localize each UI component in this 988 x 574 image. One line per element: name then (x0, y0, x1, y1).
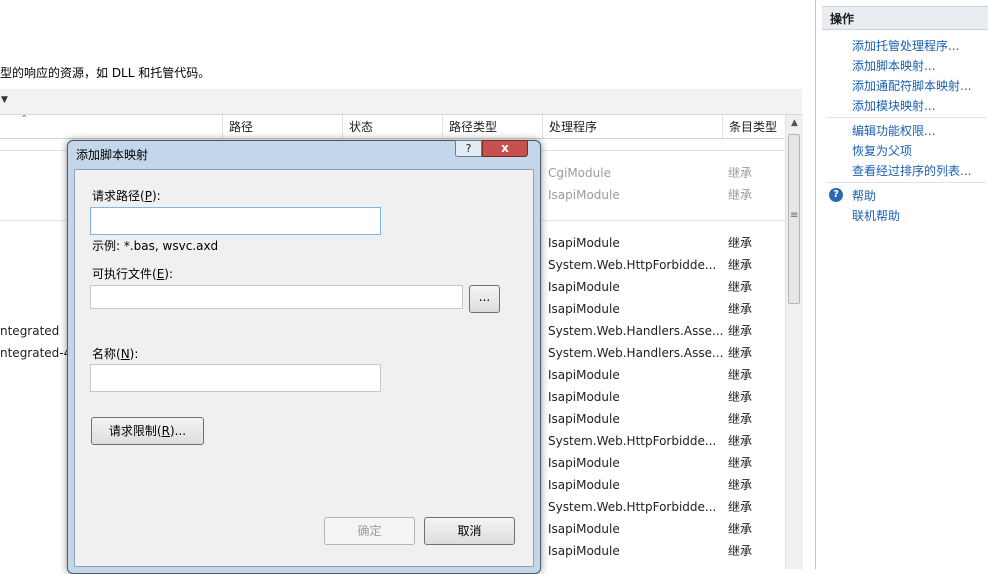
cell-entry-type: 继承 (728, 500, 753, 514)
label-text: ): (129, 347, 139, 361)
access-key: P (144, 189, 152, 203)
cell-entry-type: 继承 (728, 236, 753, 250)
online-help-link[interactable]: 联机帮助 (852, 207, 900, 224)
view-ordered-list-link[interactable]: 查看经过排序的列表... (852, 162, 971, 179)
actions-header: 操作 (822, 6, 988, 30)
cell-entry-type: 继承 (728, 166, 753, 180)
column-header-state[interactable]: 状态 (342, 115, 442, 138)
edit-feature-permissions-link[interactable]: 编辑功能权限... (852, 122, 935, 139)
access-key: R (161, 424, 170, 438)
dialog-close-button[interactable]: x (482, 140, 528, 157)
label-text: 名称( (92, 347, 121, 361)
add-module-mapping-link[interactable]: 添加模块映射... (852, 97, 935, 114)
add-script-map-link[interactable]: 添加脚本映射... (852, 57, 935, 74)
request-path-input[interactable] (90, 207, 381, 235)
actions-separator (826, 117, 986, 118)
cell-handler: IsapiModule (548, 390, 620, 404)
cell-handler: System.Web.Handlers.Asse... (548, 324, 724, 338)
name-input[interactable] (90, 364, 381, 392)
grid-header: ⌃ 路径 状态 路径类型 处理程序 条目类型 (0, 114, 785, 139)
label-text: 请求路径( (92, 189, 145, 203)
name-label: 名称(N): (92, 345, 138, 362)
add-script-map-dialog: 添加脚本映射 ? x 请求路径(P): 示例: *.bas, wsvc.axd … (67, 140, 541, 574)
cell-entry-type: 继承 (728, 258, 753, 272)
sort-ascending-icon: ⌃ (20, 114, 29, 125)
actions-pane: 操作 添加托管处理程序... 添加脚本映射... 添加通配符脚本映射... 添加… (822, 0, 988, 569)
dropdown-arrow-icon[interactable]: ▼ (1, 95, 8, 105)
group-by-toolbar: ▼ (0, 89, 802, 115)
access-key: N (120, 347, 130, 361)
feature-description: 型的响应的资源，如 DLL 和托管代码。 (0, 66, 211, 80)
cell-handler: System.Web.Handlers.Asse... (548, 346, 724, 360)
button-text: 请求限制( (108, 424, 162, 438)
cell-handler: IsapiModule (548, 188, 620, 202)
cell-name: ntegrated (0, 324, 60, 338)
cell-handler: IsapiModule (548, 544, 620, 558)
cell-handler: CgiModule (548, 166, 611, 180)
cell-entry-type: 继承 (728, 346, 753, 360)
cell-entry-type: 继承 (728, 188, 753, 202)
cell-entry-type: 继承 (728, 368, 753, 382)
request-restrictions-button[interactable]: 请求限制(R)... (91, 417, 204, 445)
browse-button[interactable]: ... (469, 285, 500, 313)
cell-handler: IsapiModule (548, 478, 620, 492)
button-text: )... (169, 424, 187, 438)
cell-handler: IsapiModule (548, 280, 620, 294)
grip-icon: ≡ (790, 210, 799, 221)
scrollbar-thumb[interactable]: ≡ (788, 134, 800, 304)
cell-handler: IsapiModule (548, 368, 620, 382)
cell-handler: IsapiModule (548, 522, 620, 536)
cell-handler: IsapiModule (548, 456, 620, 470)
help-link[interactable]: 帮助 (852, 187, 876, 204)
cell-handler: IsapiModule (548, 302, 620, 316)
cell-name: ntegrated-4. (0, 346, 76, 360)
cell-entry-type: 继承 (728, 302, 753, 316)
cell-handler: IsapiModule (548, 412, 620, 426)
help-icon: ? (829, 188, 843, 202)
cell-entry-type: 继承 (728, 390, 753, 404)
ok-button[interactable]: 确定 (324, 517, 415, 545)
cell-entry-type: 继承 (728, 412, 753, 426)
column-header-handler[interactable]: 处理程序 (542, 115, 722, 138)
cell-entry-type: 继承 (728, 544, 753, 558)
add-wildcard-script-map-link[interactable]: 添加通配符脚本映射... (852, 77, 971, 94)
cell-entry-type: 继承 (728, 280, 753, 294)
vertical-scrollbar[interactable]: ▲ ≡ (785, 115, 803, 569)
request-path-label: 请求路径(P): (92, 187, 161, 204)
actions-separator (826, 182, 986, 183)
cell-entry-type: 继承 (728, 324, 753, 338)
add-managed-handler-link[interactable]: 添加托管处理程序... (852, 37, 959, 54)
cell-entry-type: 继承 (728, 522, 753, 536)
dialog-title: 添加脚本映射 (76, 148, 149, 162)
cancel-button[interactable]: 取消 (424, 517, 515, 545)
executable-input[interactable] (90, 285, 463, 309)
column-header-path-type[interactable]: 路径类型 (442, 115, 542, 138)
revert-to-parent-link[interactable]: 恢复为父项 (852, 142, 912, 159)
label-text: ): (164, 267, 174, 281)
cell-entry-type: 继承 (728, 456, 753, 470)
actions-title: 操作 (830, 12, 855, 26)
request-path-example: 示例: *.bas, wsvc.axd (92, 239, 219, 253)
scroll-up-arrow-icon[interactable]: ▲ (786, 115, 803, 132)
label-text: ): (151, 189, 161, 203)
cell-entry-type: 继承 (728, 478, 753, 492)
dialog-help-button[interactable]: ? (455, 140, 482, 157)
cell-handler: System.Web.HttpForbidde... (548, 258, 717, 272)
cell-handler: System.Web.HttpForbidde... (548, 500, 717, 514)
cell-handler: System.Web.HttpForbidde... (548, 434, 717, 448)
cell-handler: IsapiModule (548, 236, 620, 250)
dialog-body: 请求路径(P): 示例: *.bas, wsvc.axd 可执行文件(E): .… (74, 169, 534, 567)
cell-entry-type: 继承 (728, 434, 753, 448)
column-header-path[interactable]: 路径 (222, 115, 342, 138)
executable-label: 可执行文件(E): (92, 265, 173, 282)
column-header-entry-type[interactable]: 条目类型 (722, 115, 785, 138)
label-text: 可执行文件( (92, 267, 157, 281)
